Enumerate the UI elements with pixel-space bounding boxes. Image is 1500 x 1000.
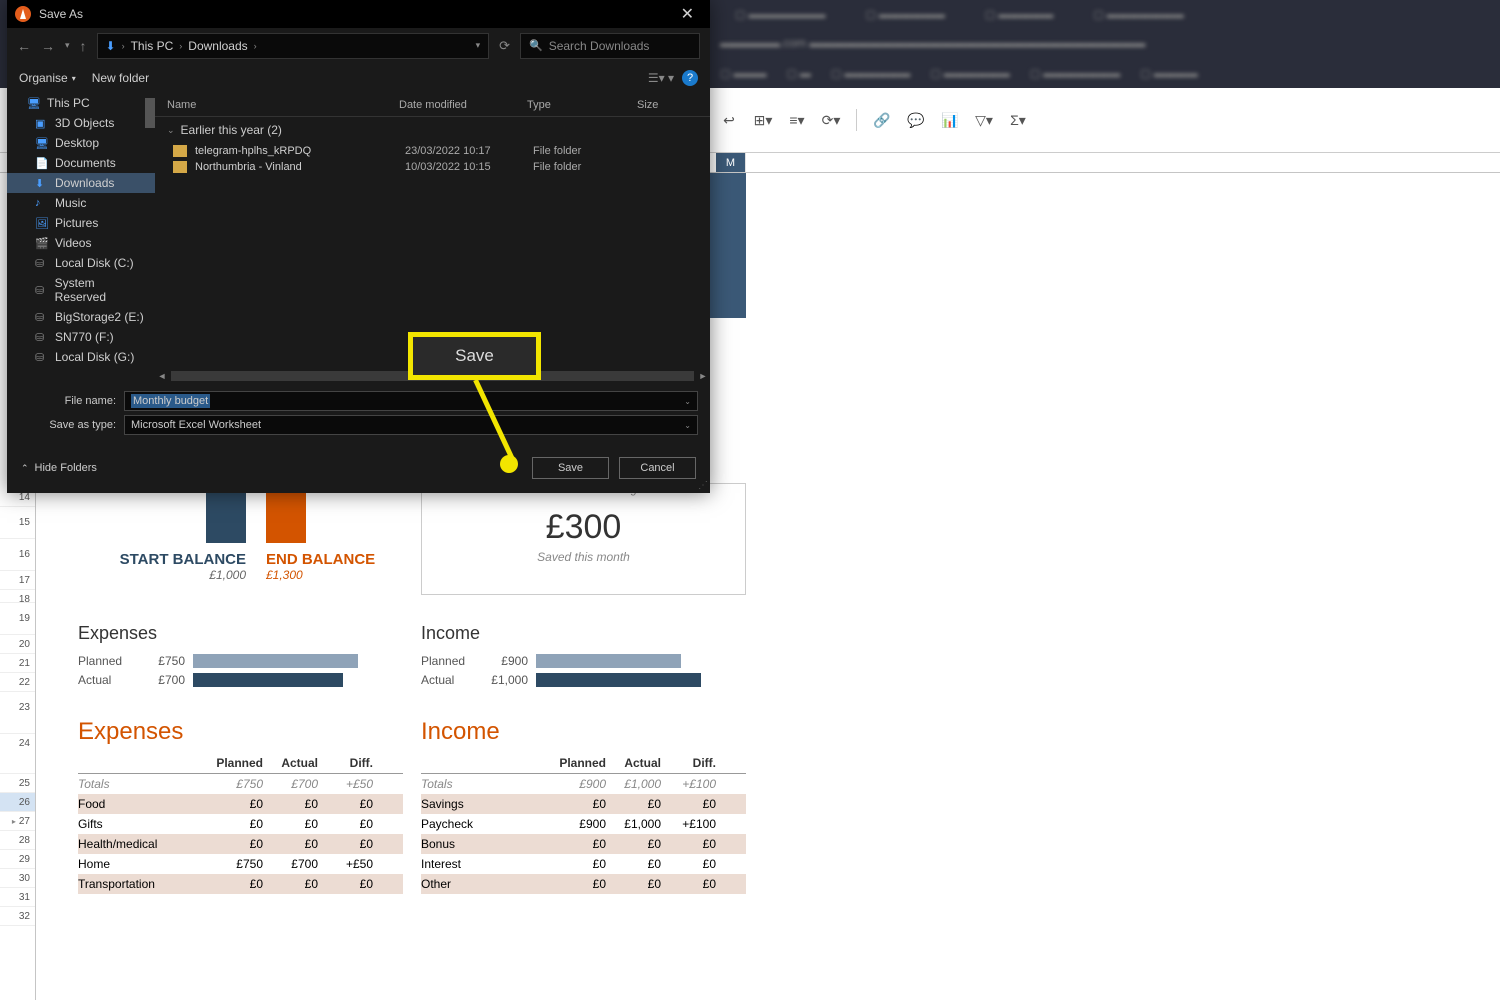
- hide-folders-button[interactable]: ⌃Hide Folders: [21, 462, 97, 474]
- brave-icon: [15, 6, 31, 22]
- col-type[interactable]: Type: [527, 99, 637, 111]
- income-bars: Income Planned£900 Actual£1,000: [421, 623, 741, 692]
- saveastype-select[interactable]: Microsoft Excel Worksheet⌄: [124, 415, 698, 435]
- tree-disk-c[interactable]: ⛁Local Disk (C:): [7, 253, 155, 273]
- refresh-icon[interactable]: ⟳: [499, 38, 510, 54]
- chevron-down-icon[interactable]: ⌄: [684, 397, 691, 406]
- end-balance: END BALANCE £1,300: [266, 483, 376, 582]
- link-icon[interactable]: 🔗: [873, 111, 891, 129]
- col-date[interactable]: Date modified: [399, 99, 527, 111]
- chevron-down-icon[interactable]: ▾: [476, 40, 481, 51]
- tree-this-pc[interactable]: 🖥This PC: [7, 93, 155, 113]
- filter-icon[interactable]: ▽▾: [975, 111, 993, 129]
- resize-grip-icon[interactable]: ⋰: [698, 480, 708, 491]
- nav-forward-icon[interactable]: →: [41, 38, 55, 54]
- col-name[interactable]: Name: [167, 99, 399, 111]
- filename-label: File name:: [19, 395, 124, 407]
- start-balance: START BALANCE £1,000: [106, 483, 246, 582]
- folder-icon: [173, 145, 187, 157]
- breadcrumb-path[interactable]: ⬇ › This PC › Downloads › ▾: [97, 33, 490, 59]
- tree-documents[interactable]: 📄Documents: [7, 153, 155, 173]
- nav-history-icon[interactable]: ▾: [65, 40, 70, 51]
- tree-disk-e[interactable]: ⛁BigStorage2 (E:): [7, 307, 155, 327]
- align-v-icon[interactable]: ≡▾: [788, 111, 806, 129]
- folder-tree[interactable]: 🖥This PC ▣3D Objects 🖥Desktop 📄Documents…: [7, 93, 155, 383]
- search-icon: 🔍: [529, 39, 543, 52]
- tree-3d-objects[interactable]: ▣3D Objects: [7, 113, 155, 133]
- file-group-header[interactable]: ⌄Earlier this year (2): [155, 117, 710, 143]
- save-as-dialog: Save As ✕ ← → ▾ ↑ ⬇ › This PC › Download…: [7, 0, 710, 493]
- tree-videos[interactable]: 🎬Videos: [7, 233, 155, 253]
- filename-input[interactable]: Monthly budget⌄: [124, 391, 698, 411]
- comment-icon[interactable]: 💬: [907, 111, 925, 129]
- nav-up-icon[interactable]: ↑: [80, 38, 87, 54]
- file-row[interactable]: Northumbria - Vinland10/03/2022 10:15Fil…: [155, 159, 710, 175]
- cancel-button[interactable]: Cancel: [619, 457, 696, 479]
- save-button[interactable]: Save: [532, 457, 609, 479]
- chevron-down-icon[interactable]: ⌄: [684, 421, 691, 430]
- view-mode-icon[interactable]: ☰▾ ▾: [648, 71, 674, 85]
- organise-button[interactable]: Organise ▾: [19, 71, 76, 85]
- file-row[interactable]: telegram-hplhs_kRPDQ23/03/2022 10:17File…: [155, 143, 710, 159]
- tree-scrollbar[interactable]: [145, 98, 155, 128]
- tree-disk-g[interactable]: ⛁Local Disk (G:): [7, 347, 155, 367]
- col-size[interactable]: Size: [637, 99, 687, 111]
- saved-summary: Increase in total savings £300 Saved thi…: [421, 483, 746, 595]
- new-folder-button[interactable]: New folder: [92, 71, 149, 85]
- tree-music[interactable]: ♪Music: [7, 193, 155, 213]
- functions-icon[interactable]: Σ▾: [1009, 111, 1027, 129]
- wrap-icon[interactable]: ↩: [720, 111, 738, 129]
- tree-disk-f[interactable]: ⛁SN770 (F:): [7, 327, 155, 347]
- callout-label: Save: [408, 332, 541, 380]
- download-arrow-icon: ⬇: [106, 39, 116, 53]
- income-table: Income PlannedActualDiff. Totals£900£1,0…: [421, 718, 746, 894]
- saveastype-label: Save as type:: [19, 419, 124, 431]
- dialog-titlebar[interactable]: Save As ✕: [7, 0, 710, 28]
- folder-icon: [173, 161, 187, 173]
- tree-desktop[interactable]: 🖥Desktop: [7, 133, 155, 153]
- close-icon[interactable]: ✕: [673, 4, 702, 24]
- column-m[interactable]: M: [716, 153, 746, 172]
- merge-icon[interactable]: ⊞▾: [754, 111, 772, 129]
- dialog-title: Save As: [39, 7, 83, 21]
- nav-back-icon[interactable]: ←: [17, 38, 31, 54]
- expenses-bars: Expenses Planned£750 Actual£700: [78, 623, 408, 692]
- tree-system-reserved[interactable]: ⛁System Reserved: [7, 273, 155, 307]
- rotate-icon[interactable]: ⟳▾: [822, 111, 840, 129]
- tree-downloads[interactable]: ⬇Downloads: [7, 173, 155, 193]
- chart-icon[interactable]: 📊: [941, 111, 959, 129]
- help-icon[interactable]: ?: [682, 70, 698, 86]
- expenses-table: Expenses PlannedActualDiff. Totals£750£7…: [78, 718, 403, 894]
- tree-pictures[interactable]: 🖼Pictures: [7, 213, 155, 233]
- callout-annotation: Save: [408, 332, 541, 380]
- search-input[interactable]: 🔍 Search Downloads: [520, 33, 700, 59]
